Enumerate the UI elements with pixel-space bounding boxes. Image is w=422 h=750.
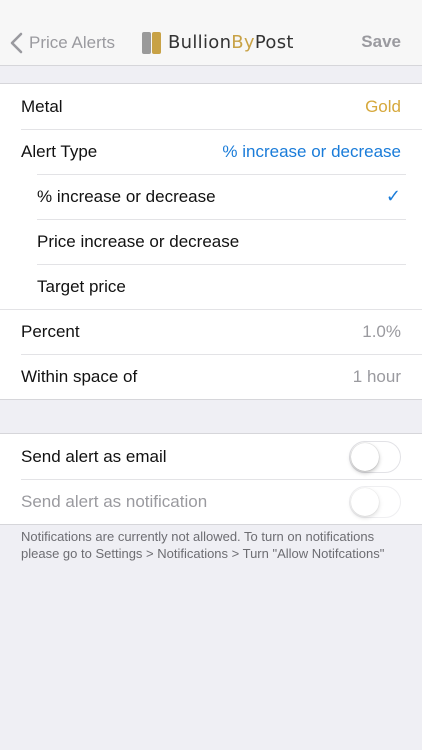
logo-text: BullionByPost — [168, 31, 294, 53]
back-label: Price Alerts — [29, 33, 115, 52]
notification-alert-row: Send alert as notification — [0, 479, 422, 524]
alert-type-value: % increase or decrease — [222, 141, 401, 161]
metal-value: Gold — [365, 96, 401, 116]
alert-type-row[interactable]: Alert Type % increase or decrease — [0, 129, 422, 174]
option-label: Price increase or decrease — [37, 231, 240, 251]
percent-value: 1.0% — [362, 321, 401, 341]
metal-row[interactable]: Metal Gold — [0, 84, 422, 129]
alert-settings-section: Metal Gold Alert Type % increase or decr… — [0, 83, 422, 400]
notification-alert-toggle[interactable] — [349, 485, 401, 518]
checkmark-icon: ✓ — [385, 186, 401, 206]
option-label: Target price — [37, 276, 126, 296]
percent-label: Percent — [21, 321, 80, 341]
within-value: 1 hour — [352, 366, 401, 386]
save-button[interactable]: Save — [361, 32, 401, 52]
email-alert-label: Send alert as email — [21, 446, 167, 466]
notification-alert-label: Send alert as notification — [21, 491, 208, 511]
alert-type-option-target[interactable]: Target price — [0, 264, 422, 309]
bullion-bars-icon — [140, 28, 164, 56]
alert-type-option-percent[interactable]: % increase or decrease ✓ — [0, 174, 422, 219]
chevron-left-icon — [10, 32, 23, 54]
delivery-section: Send alert as email Send alert as notifi… — [0, 433, 422, 525]
alert-type-option-price[interactable]: Price increase or decrease — [0, 219, 422, 264]
within-label: Within space of — [21, 366, 138, 386]
bullionbypost-logo: BullionByPost — [140, 27, 294, 57]
email-alert-row: Send alert as email — [0, 434, 422, 479]
metal-label: Metal — [21, 96, 63, 116]
percent-row[interactable]: Percent 1.0% — [0, 309, 422, 354]
option-label: % increase or decrease — [37, 186, 216, 206]
within-row[interactable]: Within space of 1 hour — [0, 354, 422, 399]
email-alert-toggle[interactable] — [349, 440, 401, 473]
alert-type-label: Alert Type — [21, 141, 98, 161]
notifications-footnote: Notifications are currently not allowed.… — [21, 529, 385, 561]
navigation-bar: Price Alerts BullionByPost Save — [0, 0, 422, 66]
back-button[interactable]: Price Alerts — [10, 28, 115, 58]
